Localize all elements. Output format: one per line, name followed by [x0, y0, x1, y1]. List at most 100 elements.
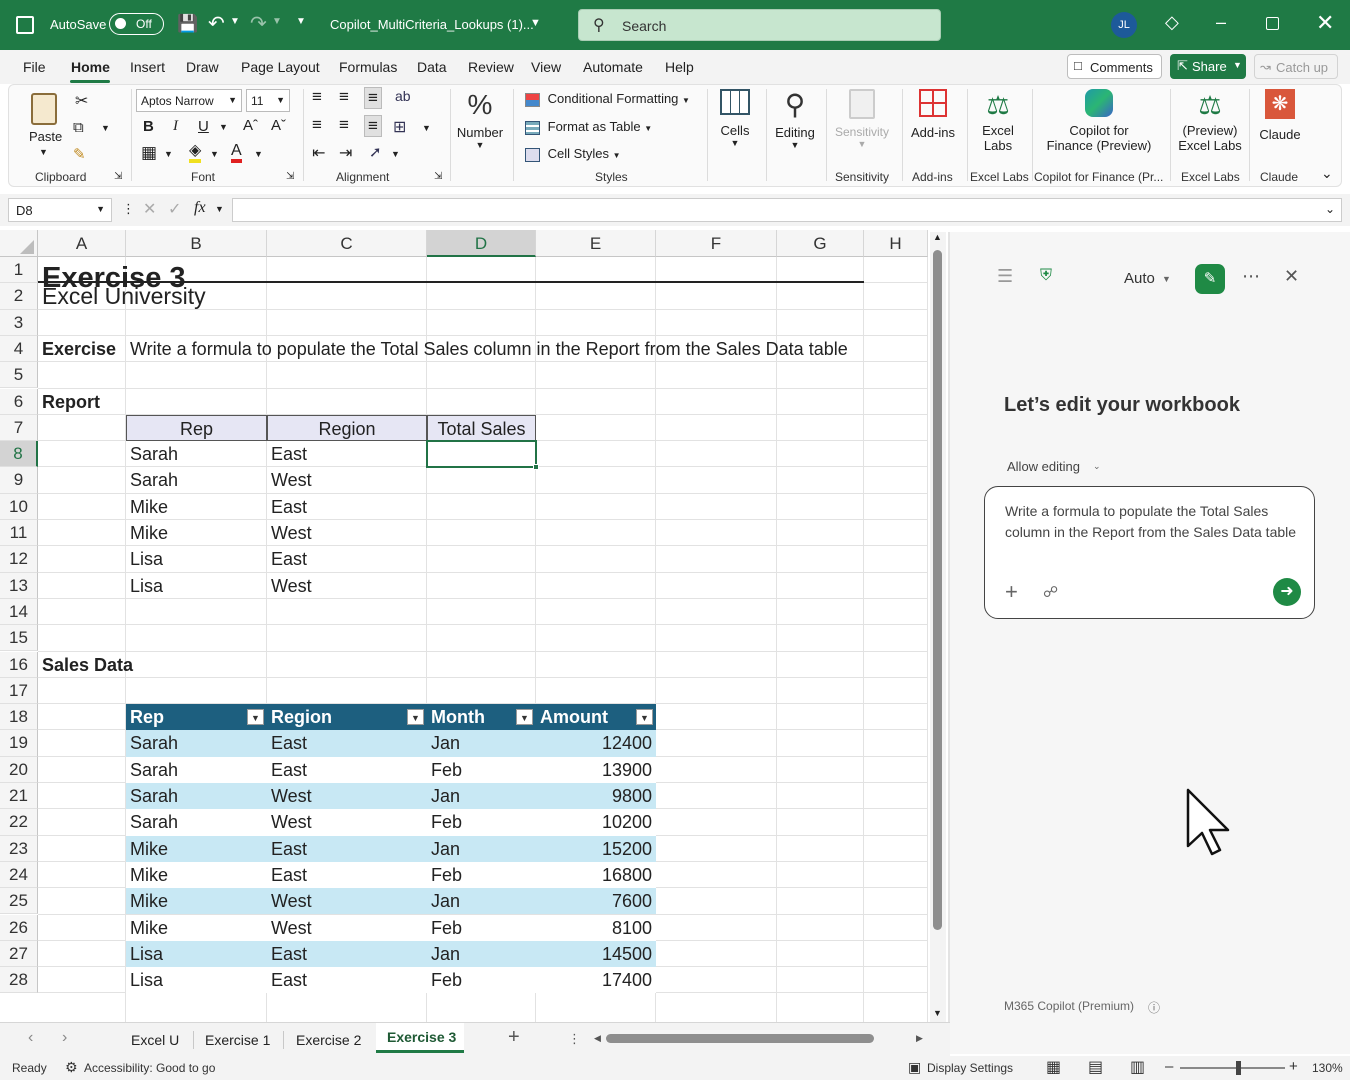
- report-cell[interactable]: East: [267, 494, 427, 520]
- page-layout-view-icon[interactable]: ▤: [1088, 1057, 1103, 1077]
- info-icon[interactable]: ⓘ: [1148, 999, 1160, 1016]
- sales-cell[interactable]: Jan: [427, 940, 536, 968]
- allow-editing-select[interactable]: Allow editing: [1007, 459, 1080, 474]
- active-cell[interactable]: [426, 440, 537, 469]
- sales-cell[interactable]: Sarah: [126, 809, 267, 836]
- number-format-button[interactable]: % Number ▼: [455, 89, 505, 159]
- copy-icon[interactable]: ⧉: [73, 119, 84, 136]
- font-color-icon[interactable]: A: [231, 143, 242, 163]
- row-header-28[interactable]: 28: [0, 967, 38, 994]
- row-header-19[interactable]: 19: [0, 730, 38, 757]
- copy-chevron-icon[interactable]: ▼: [101, 123, 110, 133]
- report-cell[interactable]: Lisa: [126, 546, 267, 572]
- sales-cell[interactable]: East: [267, 861, 427, 889]
- save-icon[interactable]: 💾: [177, 14, 198, 34]
- tab-insert[interactable]: Insert: [130, 59, 165, 75]
- row-header-6[interactable]: 6: [0, 388, 38, 415]
- zoom-out-icon[interactable]: –: [1165, 1058, 1173, 1075]
- report-cell[interactable]: Sarah: [126, 467, 267, 493]
- row-header-5[interactable]: 5: [0, 362, 38, 389]
- sales-cell[interactable]: Feb: [427, 861, 536, 889]
- sales-cell[interactable]: East: [267, 967, 427, 994]
- sales-cell[interactable]: Mike: [126, 861, 267, 889]
- new-chat-button[interactable]: ✎: [1195, 264, 1225, 294]
- cell-styles-button[interactable]: Cell Styles ▼: [525, 146, 621, 166]
- align-top-icon[interactable]: ≡: [312, 87, 322, 107]
- row-header-13[interactable]: 13: [0, 572, 38, 599]
- sales-cell[interactable]: 12400: [536, 730, 656, 757]
- cancel-icon[interactable]: ✕: [143, 199, 156, 219]
- ribbon-collapse-icon[interactable]: ⌄: [1321, 165, 1333, 182]
- align-center-icon[interactable]: ≡: [339, 115, 349, 135]
- tab-file[interactable]: File: [23, 59, 46, 75]
- report-header-cell[interactable]: Region: [267, 414, 427, 442]
- sales-cell[interactable]: Jan: [427, 835, 536, 862]
- merge-chevron-icon[interactable]: ▼: [422, 123, 431, 133]
- row-header-8[interactable]: 8: [0, 441, 38, 468]
- tab-view[interactable]: View: [531, 59, 561, 75]
- hscroll-right-icon[interactable]: ▶: [916, 1033, 923, 1044]
- sheet-title[interactable]: Exercise 3: [38, 257, 338, 293]
- close-icon[interactable]: ✕: [1316, 10, 1334, 36]
- exercise-text[interactable]: Write a formula to populate the Total Sa…: [126, 336, 886, 362]
- status-accessibility[interactable]: Accessibility: Good to go: [84, 1061, 215, 1075]
- row-header-10[interactable]: 10: [0, 493, 38, 520]
- horizontal-scrollbar[interactable]: [606, 1034, 916, 1043]
- search-box[interactable]: ⚲ Search: [578, 9, 941, 41]
- tab-formulas[interactable]: Formulas: [339, 59, 397, 75]
- sales-cell[interactable]: Feb: [427, 756, 536, 783]
- report-header-cell[interactable]: Rep: [126, 414, 267, 442]
- redo-dropdown-icon[interactable]: ▼: [272, 16, 282, 27]
- hscroll-thumb[interactable]: [606, 1034, 874, 1043]
- tab-options-icon[interactable]: ⋮: [568, 1031, 581, 1047]
- column-header-f[interactable]: F: [656, 230, 777, 257]
- format-as-table-button[interactable]: Format as Table ▼: [525, 119, 652, 139]
- more-options-icon[interactable]: ⋯: [1242, 266, 1260, 287]
- orientation-chevron-icon[interactable]: ▼: [391, 149, 400, 159]
- sales-cell[interactable]: 15200: [536, 835, 656, 862]
- paste-button[interactable]: Paste ▼: [25, 91, 65, 161]
- worksheet-grid[interactable]: A B C D E F G H 1 2 3 4 5 6 7 8 9 10 11 12 13 14 15 16 17 18 19 20 2…: [0, 230, 928, 1022]
- normal-view-icon[interactable]: ▦: [1046, 1057, 1061, 1077]
- sheet-tab-exercise-1[interactable]: Exercise 1: [205, 1032, 270, 1048]
- column-header-d[interactable]: D: [427, 230, 536, 257]
- hscroll-left-icon[interactable]: ◀: [594, 1033, 601, 1044]
- font-color-chevron-icon[interactable]: ▼: [254, 149, 263, 159]
- row-header-21[interactable]: 21: [0, 783, 38, 810]
- scroll-thumb[interactable]: [933, 250, 942, 930]
- conditional-formatting-button[interactable]: Conditional Formatting ▼: [525, 91, 690, 111]
- sheet-subtitle[interactable]: Excel University: [38, 283, 338, 309]
- addins-button[interactable]: Add-ins: [907, 89, 959, 161]
- file-name[interactable]: Copilot_MultiCriteria_Lookups (1)...: [330, 17, 534, 32]
- increase-font-icon[interactable]: Aˆ: [243, 117, 258, 134]
- sales-cell[interactable]: Feb: [427, 967, 536, 994]
- row-header-22[interactable]: 22: [0, 809, 38, 836]
- add-icon[interactable]: +: [1005, 579, 1018, 605]
- avatar[interactable]: JL: [1111, 12, 1137, 38]
- zoom-slider[interactable]: [1180, 1061, 1285, 1075]
- sales-cell[interactable]: East: [267, 940, 427, 968]
- zoom-thumb[interactable]: [1236, 1061, 1241, 1075]
- send-button[interactable]: ➜: [1273, 578, 1301, 606]
- sales-cell[interactable]: 7600: [536, 888, 656, 915]
- accessibility-icon[interactable]: ⚙: [65, 1059, 78, 1076]
- row-header-11[interactable]: 11: [0, 520, 38, 547]
- row-header-3[interactable]: 3: [0, 309, 38, 336]
- prompt-text[interactable]: Write a formula to populate the Total Sa…: [1005, 501, 1297, 543]
- font-launcher-icon[interactable]: ⇲: [286, 171, 294, 182]
- report-cell[interactable]: East: [267, 546, 427, 572]
- zoom-in-icon[interactable]: +: [1289, 1058, 1298, 1075]
- tab-review[interactable]: Review: [468, 59, 514, 75]
- report-header-cell[interactable]: Total Sales: [427, 414, 536, 442]
- sales-cell[interactable]: 17400: [536, 967, 656, 994]
- tab-draw[interactable]: Draw: [186, 59, 219, 75]
- sales-cell[interactable]: 14500: [536, 940, 656, 968]
- shield-icon[interactable]: ⛨: [1040, 267, 1052, 285]
- filter-dropdown-icon[interactable]: ▼: [516, 709, 533, 726]
- sheet-tab-exercise-2[interactable]: Exercise 2: [296, 1032, 361, 1048]
- customize-toolbar-icon[interactable]: ▼: [296, 16, 306, 27]
- copilot-finance-button[interactable]: Copilot for Finance (Preview): [1039, 89, 1159, 161]
- report-cell[interactable]: Mike: [126, 494, 267, 520]
- undo-icon[interactable]: ↶: [208, 11, 225, 36]
- row-header-18[interactable]: 18: [0, 704, 38, 731]
